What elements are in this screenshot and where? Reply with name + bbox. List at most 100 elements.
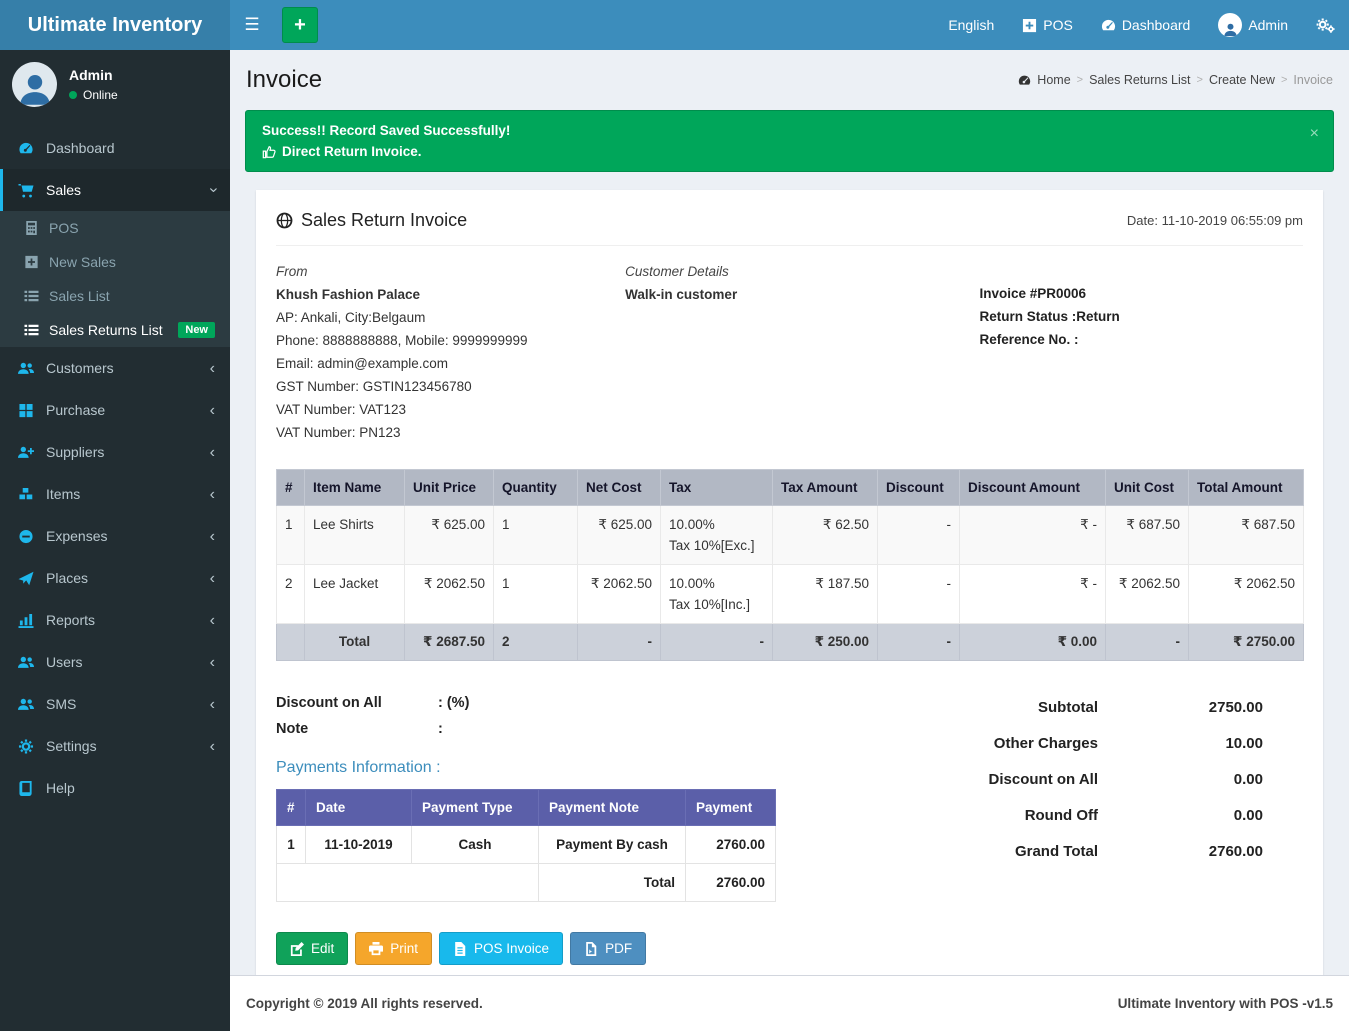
total-unit-price: ₹ 2687.50	[405, 624, 494, 661]
payment-type: Cash	[412, 826, 539, 864]
sidebar-item-items[interactable]: Items	[0, 473, 230, 515]
breadcrumb-create-new[interactable]: Create New	[1197, 73, 1275, 87]
totals-summary: Subtotal 2750.00 Other Charges 10.00 Dis…	[776, 699, 1303, 902]
item-total-amount: ₹ 2062.50	[1189, 565, 1304, 624]
users-icon	[18, 655, 34, 670]
globe-icon	[276, 212, 293, 229]
sidebar-item-dashboard[interactable]: Dashboard	[0, 127, 230, 169]
payment-amount: 2760.00	[686, 826, 776, 864]
file-pdf-icon	[584, 942, 598, 956]
sidebar-item-customers[interactable]: Customers	[0, 347, 230, 389]
footer-version: Ultimate Inventory with POS -v1.5	[1118, 996, 1333, 1011]
pay-col-amount: Payment	[686, 790, 776, 826]
item-name: Lee Jacket	[305, 565, 405, 624]
sidebar-item-label: Help	[46, 780, 75, 796]
from-name: Khush Fashion Palace	[276, 285, 625, 305]
quick-add-button[interactable]: +	[282, 7, 318, 43]
invoice-bottom-section: Discount on All : (%) Note : Payments In…	[276, 685, 1303, 902]
nav-user-menu[interactable]: Admin	[1204, 0, 1302, 50]
plus-square-icon	[1022, 18, 1037, 33]
breadcrumb-current: Invoice	[1281, 73, 1333, 87]
user-plus-icon	[18, 445, 34, 460]
nav-dashboard[interactable]: Dashboard	[1087, 0, 1205, 50]
col-header-net-cost: Net Cost	[578, 470, 661, 506]
pay-col-note: Payment Note	[539, 790, 686, 826]
nav-language[interactable]: English	[934, 0, 1008, 50]
sidebar-item-label: Items	[46, 486, 80, 502]
note-label: Note	[276, 721, 438, 737]
total-discount-amount: ₹ 0.00	[960, 624, 1106, 661]
nav-pos[interactable]: POS	[1008, 0, 1087, 50]
person-icon	[1223, 22, 1238, 37]
sidebar-item-expenses[interactable]: Expenses	[0, 515, 230, 557]
sidebar-item-suppliers[interactable]: Suppliers	[0, 431, 230, 473]
nav-settings[interactable]	[1302, 0, 1349, 50]
sidebar-user-panel: Admin Online	[0, 50, 230, 121]
sidebar-item-label: Suppliers	[46, 444, 104, 460]
summary-discount-on-all: Discount on All 0.00	[776, 771, 1263, 788]
sidebar-item-sales[interactable]: Sales	[0, 169, 230, 211]
breadcrumb-home[interactable]: Home	[1018, 73, 1070, 87]
sidebar-item-label: Reports	[46, 612, 95, 628]
content-wrapper: Invoice Home Sales Returns List Create N…	[230, 50, 1349, 1031]
summary-round-off: Round Off 0.00	[776, 807, 1263, 824]
item-tax: 10.00% Tax 10%[Inc.]	[661, 565, 773, 624]
minus-circle-icon	[18, 529, 34, 544]
sidebar-item-users[interactable]: Users	[0, 641, 230, 683]
sidebar-item-label: Purchase	[46, 402, 105, 418]
file-text-icon	[453, 942, 467, 956]
sidebar-item-pos[interactable]: POS	[0, 211, 230, 245]
bottom-left-block: Discount on All : (%) Note : Payments In…	[276, 685, 776, 902]
summary-subtotal: Subtotal 2750.00	[776, 699, 1263, 716]
breadcrumb-label: Invoice	[1293, 73, 1333, 87]
alert-submessage: Direct Return Invoice.	[262, 144, 1317, 159]
top-navbar: Ultimate Inventory ☰ + English POS Dashb…	[0, 0, 1349, 50]
sidebar-item-label: Sales Returns List	[49, 322, 163, 338]
item-tax-amount: ₹ 62.50	[773, 506, 878, 565]
item-quantity: 1	[494, 506, 578, 565]
summary-grand-total: Grand Total 2760.00	[776, 843, 1263, 860]
content-header: Invoice Home Sales Returns List Create N…	[230, 50, 1349, 102]
item-num: 1	[277, 506, 305, 565]
sidebar-item-help[interactable]: Help	[0, 767, 230, 809]
payments-header-row: # Date Payment Type Payment Note Payment	[277, 790, 776, 826]
sidebar-item-label: Expenses	[46, 528, 107, 544]
alert-close-button[interactable]: ×	[1310, 129, 1319, 139]
sidebar-item-reports[interactable]: Reports	[0, 599, 230, 641]
sidebar-item-places[interactable]: Places	[0, 557, 230, 599]
online-status-label: Online	[83, 88, 118, 102]
discount-on-all-value: : (%)	[438, 695, 469, 711]
sidebar-item-sales-returns-list[interactable]: Sales Returns List New	[0, 313, 230, 347]
sidebar-item-sales-list[interactable]: Sales List	[0, 279, 230, 313]
payments-total-label: Total	[539, 864, 686, 902]
total-amount: ₹ 2750.00	[1189, 624, 1304, 661]
print-button[interactable]: Print	[355, 932, 432, 965]
paper-plane-icon	[18, 571, 34, 586]
total-tax: -	[661, 624, 773, 661]
sidebar-item-settings[interactable]: Settings	[0, 725, 230, 767]
total-tax-amount: ₹ 250.00	[773, 624, 878, 661]
breadcrumb-label: Sales Returns List	[1089, 73, 1190, 87]
sidebar-item-sms[interactable]: SMS	[0, 683, 230, 725]
pay-col-date: Date	[306, 790, 412, 826]
pdf-button[interactable]: PDF	[570, 932, 646, 965]
breadcrumb-sales-returns-list[interactable]: Sales Returns List	[1077, 73, 1191, 87]
home-icon	[1018, 74, 1031, 87]
sidebar-toggle-button[interactable]: ☰	[230, 0, 274, 50]
customer-block: Customer Details Walk-in customer	[625, 262, 979, 443]
payments-title: Payments Information :	[276, 759, 776, 777]
brand-logo[interactable]: Ultimate Inventory	[0, 0, 230, 50]
from-vat2: VAT Number: PN123	[276, 423, 625, 443]
invoice-title-row: Sales Return Invoice	[276, 210, 467, 231]
pos-invoice-button[interactable]: POS Invoice	[439, 932, 563, 965]
customer-name: Walk-in customer	[625, 285, 979, 305]
cubes-icon	[18, 487, 34, 502]
from-block: From Khush Fashion Palace AP: Ankali, Ci…	[276, 262, 625, 443]
items-table-header-row: # Item Name Unit Price Quantity Net Cost…	[277, 470, 1304, 506]
item-unit-price: ₹ 2062.50	[405, 565, 494, 624]
item-total-amount: ₹ 687.50	[1189, 506, 1304, 565]
sidebar-item-new-sales[interactable]: New Sales	[0, 245, 230, 279]
dashboard-icon	[1101, 18, 1116, 33]
edit-button[interactable]: Edit	[276, 932, 348, 965]
sidebar-item-purchase[interactable]: Purchase	[0, 389, 230, 431]
